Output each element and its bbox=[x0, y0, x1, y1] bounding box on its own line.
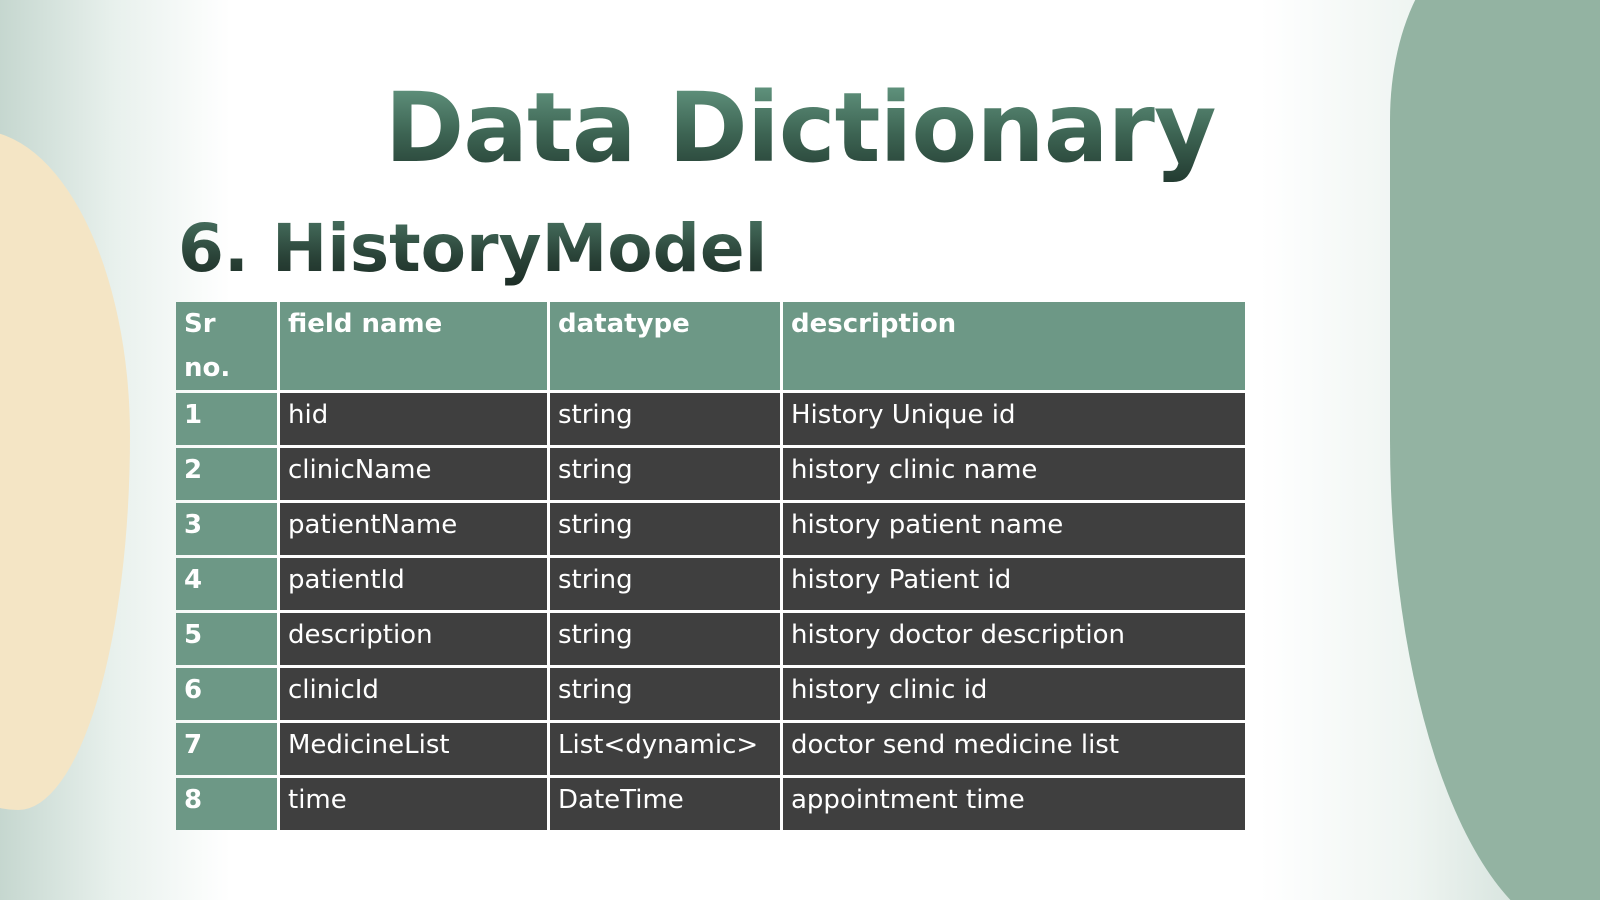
table-row: 4 patientId string history Patient id bbox=[176, 558, 1245, 610]
cell-field-name: patientName bbox=[280, 503, 547, 555]
table-row: 8 time DateTime appointment time bbox=[176, 778, 1245, 830]
column-header-datatype: datatype bbox=[550, 302, 780, 390]
table-row: 5 description string history doctor desc… bbox=[176, 613, 1245, 665]
column-header-sr-no: Sr no. bbox=[176, 302, 277, 390]
cell-sr-no: 6 bbox=[176, 668, 277, 720]
cell-datatype: string bbox=[550, 448, 780, 500]
cell-sr-no: 7 bbox=[176, 723, 277, 775]
cell-sr-no: 8 bbox=[176, 778, 277, 830]
cell-sr-no: 1 bbox=[176, 393, 277, 445]
section-heading: 6. HistoryModel bbox=[178, 210, 768, 287]
cell-description: history doctor description bbox=[783, 613, 1245, 665]
slide-title: Data Dictionary bbox=[0, 72, 1600, 184]
cell-sr-no: 4 bbox=[176, 558, 277, 610]
cell-description: history Patient id bbox=[783, 558, 1245, 610]
cell-field-name: description bbox=[280, 613, 547, 665]
table-row: 6 clinicId string history clinic id bbox=[176, 668, 1245, 720]
cell-description: history clinic id bbox=[783, 668, 1245, 720]
cell-datatype: List<dynamic> bbox=[550, 723, 780, 775]
cell-description: History Unique id bbox=[783, 393, 1245, 445]
cell-datatype: string bbox=[550, 558, 780, 610]
cell-datatype: string bbox=[550, 503, 780, 555]
column-header-field-name: field name bbox=[280, 302, 547, 390]
table-row: 3 patientName string history patient nam… bbox=[176, 503, 1245, 555]
cell-field-name: hid bbox=[280, 393, 547, 445]
column-header-description: description bbox=[783, 302, 1245, 390]
cell-datatype: string bbox=[550, 613, 780, 665]
cell-description: history clinic name bbox=[783, 448, 1245, 500]
cell-description: doctor send medicine list bbox=[783, 723, 1245, 775]
cell-sr-no: 3 bbox=[176, 503, 277, 555]
table-header-row: Sr no. field name datatype description bbox=[176, 302, 1245, 390]
data-dictionary-table: Sr no. field name datatype description 1… bbox=[173, 299, 1248, 833]
cell-field-name: clinicId bbox=[280, 668, 547, 720]
cell-description: appointment time bbox=[783, 778, 1245, 830]
table-row: 2 clinicName string history clinic name bbox=[176, 448, 1245, 500]
table-row: 7 MedicineList List<dynamic> doctor send… bbox=[176, 723, 1245, 775]
table-row: 1 hid string History Unique id bbox=[176, 393, 1245, 445]
cell-datatype: DateTime bbox=[550, 778, 780, 830]
cell-sr-no: 2 bbox=[176, 448, 277, 500]
cell-field-name: clinicName bbox=[280, 448, 547, 500]
cell-sr-no: 5 bbox=[176, 613, 277, 665]
cell-field-name: time bbox=[280, 778, 547, 830]
cell-description: history patient name bbox=[783, 503, 1245, 555]
cell-field-name: patientId bbox=[280, 558, 547, 610]
cell-field-name: MedicineList bbox=[280, 723, 547, 775]
cell-datatype: string bbox=[550, 393, 780, 445]
cell-datatype: string bbox=[550, 668, 780, 720]
